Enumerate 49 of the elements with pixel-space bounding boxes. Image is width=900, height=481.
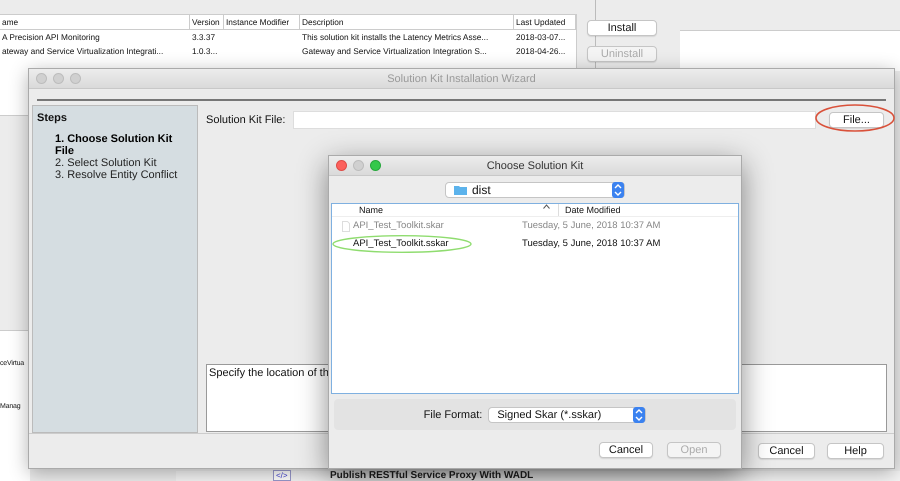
stepper-icon[interactable]	[612, 182, 624, 198]
file-name: API_Test_Toolkit.skar	[353, 219, 444, 233]
sort-up-icon[interactable]	[543, 204, 550, 209]
code-icon: </>	[273, 470, 291, 481]
file-button[interactable]: File...	[829, 112, 884, 128]
table-cell-text: 2018-03-07...	[515, 31, 566, 44]
file-icon	[342, 220, 350, 232]
file-date: Tuesday, 5 June, 2018 10:37 AM	[522, 219, 662, 233]
table-cell-text: This solution kit installs the Latency Metrics Asse...	[301, 31, 490, 44]
cancel-button[interactable]: Cancel	[599, 442, 653, 458]
format-label: File Format:	[424, 408, 482, 420]
file-name: API_Test_Toolkit.sskar	[353, 237, 449, 251]
cancel-button[interactable]: Cancel	[758, 443, 815, 459]
column-header[interactable]: Date Modified	[559, 204, 738, 216]
column-header[interactable]: ame	[0, 15, 190, 29]
close-icon[interactable]	[336, 160, 347, 171]
table-cell-text: Gateway and Service Virtualization Integration S...	[301, 45, 488, 58]
window-control-icon[interactable]	[36, 73, 47, 84]
zoom-icon[interactable]	[370, 160, 381, 171]
steps-heading: Steps	[37, 112, 68, 124]
table-cell-text: 1.0.3...	[191, 45, 218, 58]
step-item: 2. Select Solution Kit	[54, 157, 158, 169]
step-item: 3. Resolve Entity Conflict	[54, 169, 178, 181]
column-header[interactable]: Last Updated	[514, 15, 576, 29]
table-cell-text: ateway and Service Virtualization Integrati...	[1, 45, 164, 58]
column-header[interactable]: Version	[190, 15, 224, 29]
minimize-icon[interactable]	[353, 160, 364, 171]
file-path-field[interactable]	[293, 111, 816, 129]
file-label: Solution Kit File:	[206, 114, 286, 126]
table-cell-text: A Precision API Monitoring	[1, 31, 101, 44]
column-header[interactable]: Instance Modifier	[224, 15, 300, 29]
window-title: Solution Kit Installation Wizard	[386, 72, 537, 84]
item-title: Publish RESTful Service Proxy With WADL	[330, 470, 534, 481]
file-row[interactable]: API_Test_Toolkit.sskar Tuesday, 5 June, 2018 10:37 AM	[332, 235, 738, 253]
window-control-icon[interactable]	[53, 73, 64, 84]
install-button[interactable]: Install	[587, 20, 657, 36]
step-item: 1. Choose Solution Kit File	[54, 133, 174, 157]
help-button[interactable]: Help	[827, 443, 884, 459]
file-date: Tuesday, 5 June, 2018 10:37 AM	[522, 237, 662, 251]
window-title: Choose Solution Kit	[486, 160, 584, 172]
window-control-icon[interactable]	[70, 73, 81, 84]
format-dropdown[interactable]: Signed Skar (*.sskar)	[488, 406, 646, 422]
table-cell-text: 3.3.37	[191, 31, 216, 44]
column-header[interactable]: Name	[359, 204, 559, 216]
folder-dropdown[interactable]: dist	[445, 182, 625, 198]
column-header[interactable]: Description	[300, 15, 514, 29]
table-cell-text: 2018-04-26...	[515, 45, 566, 58]
folder-icon	[454, 185, 467, 195]
stepper-icon[interactable]	[633, 406, 646, 422]
